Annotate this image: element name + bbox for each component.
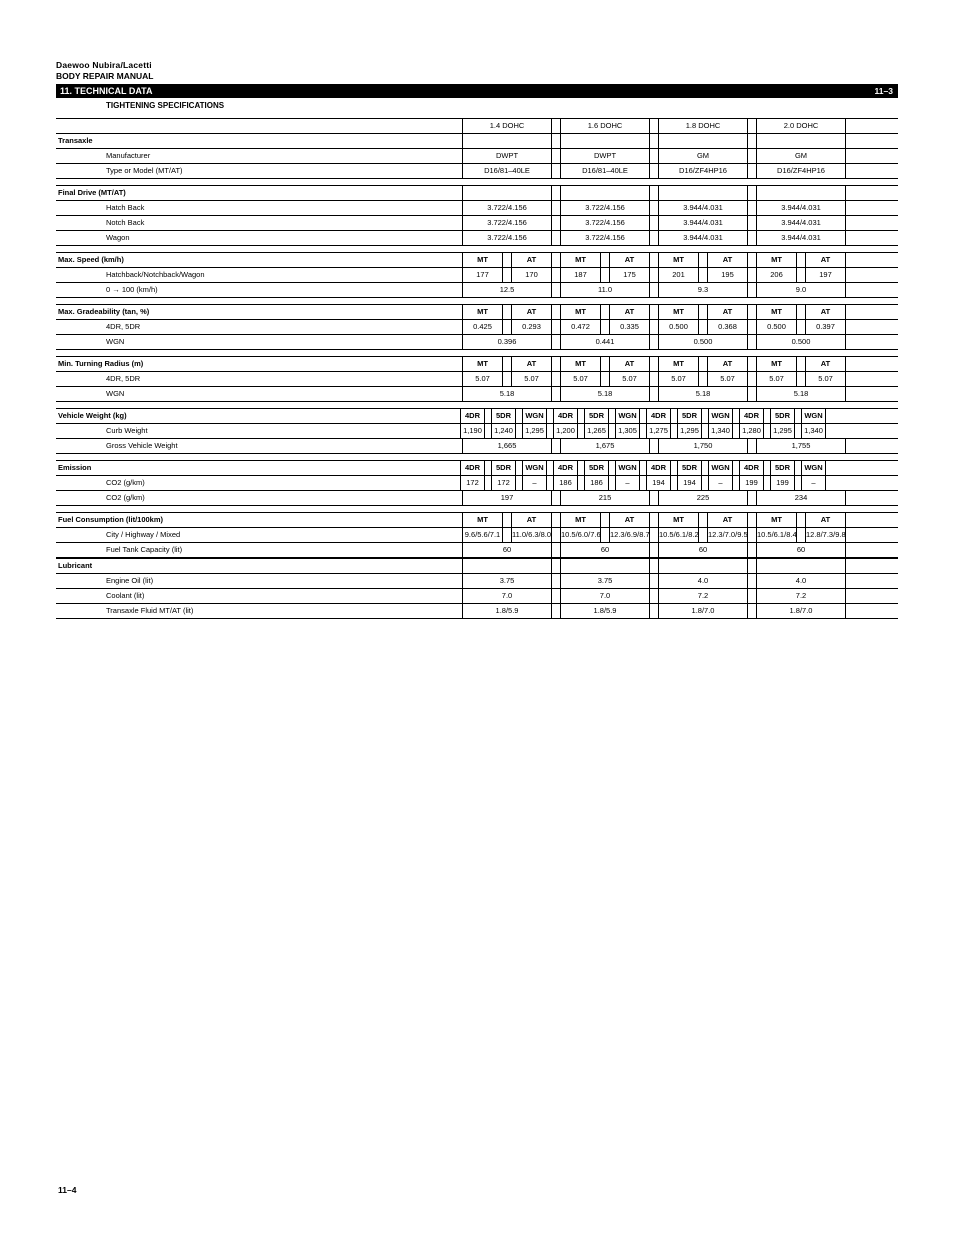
row-fd-hb: Hatch Back 3.722/4.156 3.722/4.156 3.944…: [56, 201, 898, 216]
row-manufacturer: Manufacturer DWPT DWPT GM GM: [56, 149, 898, 164]
page: Daewoo Nubira/Lacetti BODY REPAIR MANUAL…: [56, 60, 898, 619]
page-ref: 11–3: [875, 86, 895, 96]
row-fuel-chm: City / Highway / Mixed 9.6/5.6/7.111.0/6…: [56, 528, 898, 543]
doc-title-2: BODY REPAIR MANUAL: [56, 71, 898, 81]
row-fuel-tank: Fuel Tank Capacity (lit) 60 60 60 60: [56, 543, 898, 558]
row-maxspeed-body: Hatchback/Notchback/Wagon 177170 187175 …: [56, 268, 898, 283]
row-grade-wgn: WGN 0.396 0.441 0.500 0.500: [56, 335, 898, 350]
row-co2-b: CO2 (g/km) 197 215 225 234: [56, 491, 898, 506]
section-grade: Max. Gradeability (tan, %) MTAT MTAT MTA…: [56, 304, 898, 320]
page-number: 11–4: [58, 1185, 76, 1195]
doc-title-1: Daewoo Nubira/Lacetti: [56, 60, 898, 70]
section-weight: Vehicle Weight (kg) 4DR5DRWGN 4DR5DRWGN …: [56, 408, 898, 424]
row-curb-weight: Curb Weight 1,1901,2401,295 1,2001,2651,…: [56, 424, 898, 439]
section-lubricant: Lubricant: [56, 558, 898, 574]
row-type-model: Type or Model (MT/AT) D16/81–40LE D16/81…: [56, 164, 898, 179]
row-grade-4dr5dr: 4DR, 5DR 0.4250.293 0.4720.335 0.5000.36…: [56, 320, 898, 335]
col-eng-3: 2.0 DOHC: [756, 119, 846, 133]
row-engine-oil: Engine Oil (lit) 3.75 3.75 4.0 4.0: [56, 574, 898, 589]
row-gross-weight: Gross Vehicle Weight 1,665 1,675 1,750 1…: [56, 439, 898, 454]
row-trans-fluid: Transaxle Fluid MT/AT (lit) 1.8/5.9 1.8/…: [56, 604, 898, 619]
header-row-engines: 1.4 DOHC 1.6 DOHC 1.8 DOHC 2.0 DOHC: [56, 118, 898, 134]
col-eng-0: 1.4 DOHC: [462, 119, 552, 133]
row-co2-a: CO2 (g/km) 172172– 186186– 194194– 19919…: [56, 476, 898, 491]
section-transaxle: Transaxle: [56, 134, 898, 149]
col-eng-2: 1.8 DOHC: [658, 119, 748, 133]
row-coolant: Coolant (lit) 7.0 7.0 7.2 7.2: [56, 589, 898, 604]
black-bar: 11. TECHNICAL DATA 11–3: [56, 84, 898, 98]
spec-table: 1.4 DOHC 1.6 DOHC 1.8 DOHC 2.0 DOHC Tran…: [56, 118, 898, 619]
section-id: 11. TECHNICAL DATA: [56, 86, 875, 96]
col-eng-1: 1.6 DOHC: [560, 119, 650, 133]
section-emission: Emission 4DR5DRWGN 4DR5DRWGN 4DR5DRWGN 4…: [56, 460, 898, 476]
row-turn-4dr5dr: 4DR, 5DR 5.075.07 5.075.07 5.075.07 5.07…: [56, 372, 898, 387]
row-fd-nb: Notch Back 3.722/4.156 3.722/4.156 3.944…: [56, 216, 898, 231]
section-maxspeed: Max. Speed (km/h) MTAT MTAT MTAT MTAT: [56, 252, 898, 268]
row-accel: 0 → 100 (km/h) 12.5 11.0 9.3 9.0: [56, 283, 898, 298]
section-finaldrive: Final Drive (MT/AT): [56, 185, 898, 201]
section-turn: Min. Turning Radius (m) MTAT MTAT MTAT M…: [56, 356, 898, 372]
spec-title: TIGHTENING SPECIFICATIONS: [106, 101, 898, 110]
row-fd-wgn: Wagon 3.722/4.156 3.722/4.156 3.944/4.03…: [56, 231, 898, 246]
section-fuel: Fuel Consumption (lit/100km) MTAT MTAT M…: [56, 512, 898, 528]
row-turn-wgn: WGN 5.18 5.18 5.18 5.18: [56, 387, 898, 402]
